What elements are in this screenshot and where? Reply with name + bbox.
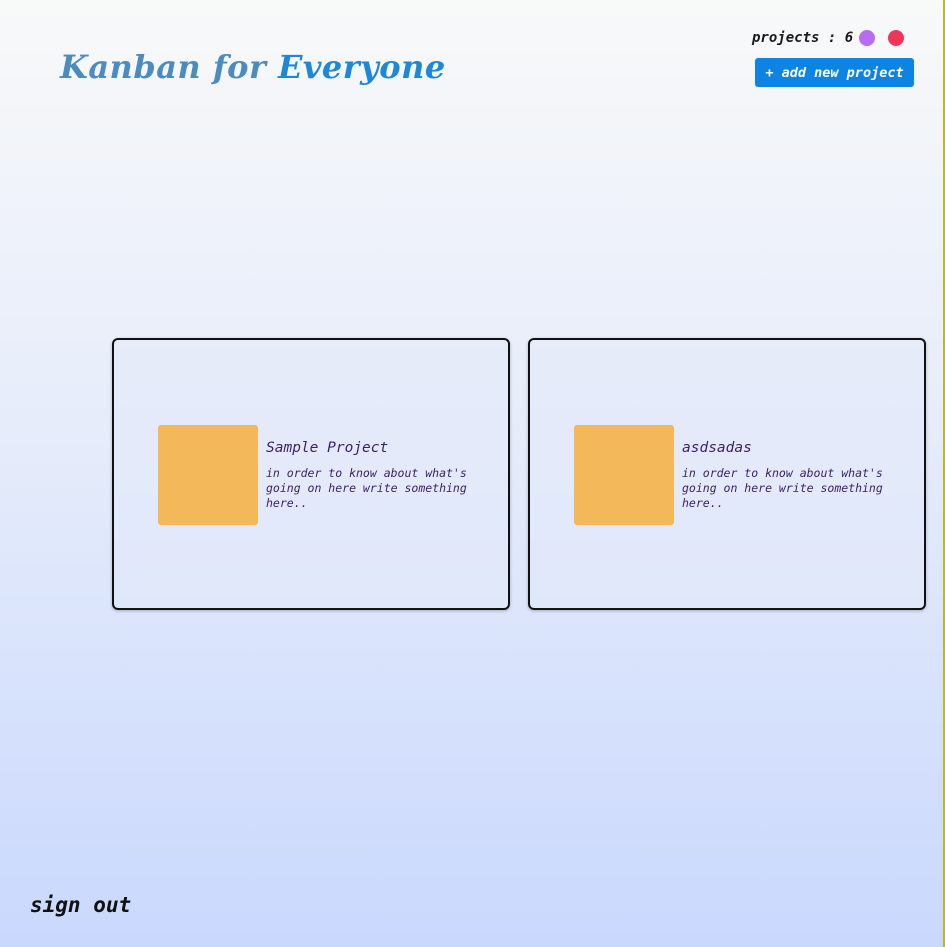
sign-out-link[interactable]: sign out [30, 893, 131, 917]
project-card[interactable]: Sample Project in order to know about wh… [112, 338, 510, 610]
project-description: in order to know about what's going on h… [266, 466, 467, 510]
project-thumbnail [158, 425, 258, 525]
app-title: Kanban for Everyone [60, 48, 446, 86]
purple-status-dot [859, 30, 876, 46]
app-title-part1: Kanban for [60, 48, 267, 86]
project-card[interactable]: asdsadas in order to know about what's g… [528, 338, 926, 610]
project-title: asdsadas [682, 440, 752, 456]
add-new-project-button[interactable]: + add new project [755, 58, 914, 87]
app-title-part2: Everyone [277, 48, 446, 86]
project-title: Sample Project [266, 440, 389, 456]
project-description: in order to know about what's going on h… [682, 466, 883, 510]
projects-count-label: projects : 6 [752, 30, 854, 46]
projects-counter: projects : 6 [752, 30, 905, 46]
red-status-dot [888, 30, 905, 46]
project-thumbnail [574, 425, 674, 525]
